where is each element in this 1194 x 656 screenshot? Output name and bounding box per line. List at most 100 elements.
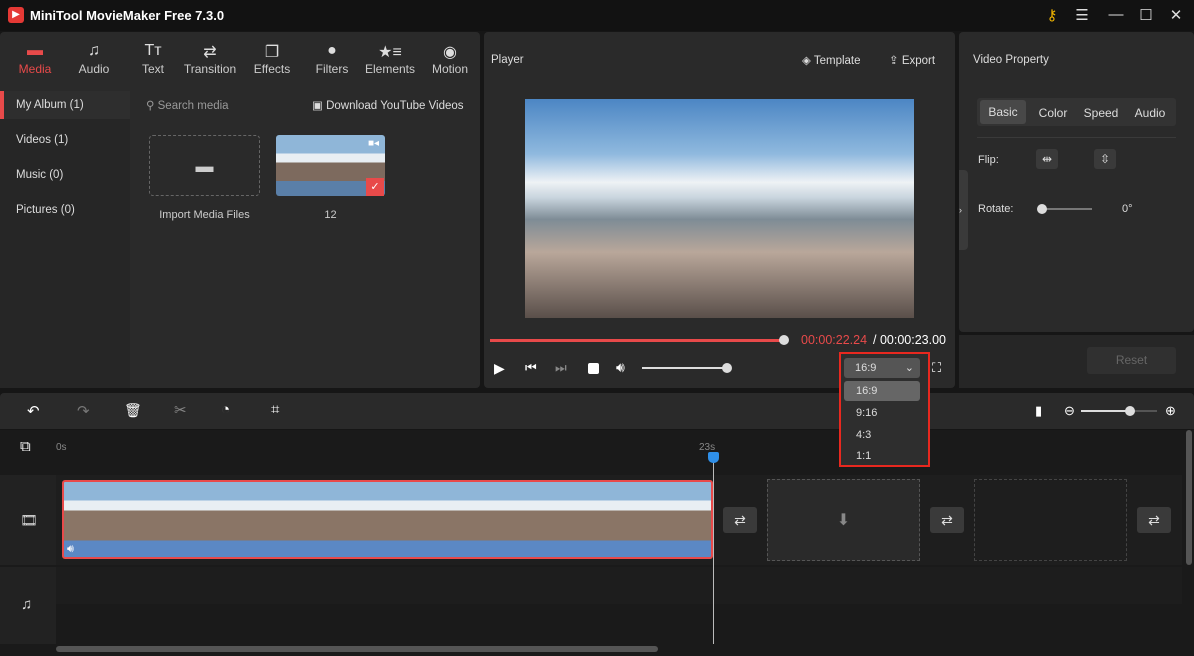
property-title: Video Property xyxy=(973,54,1049,66)
tab-speed[interactable]: Speed xyxy=(1078,106,1124,120)
ruler-start: 0s xyxy=(56,442,67,453)
aspect-option-1-1[interactable]: 1:1 xyxy=(844,446,920,466)
zoom-in-icon[interactable]: ⊕ xyxy=(1165,403,1176,419)
stop-button[interactable] xyxy=(588,363,599,374)
fit-timeline-icon[interactable]: ▮ xyxy=(1035,403,1042,419)
zoom-handle[interactable] xyxy=(1125,406,1135,416)
aspect-ratio-select[interactable]: 16:9 ⌄ xyxy=(844,358,920,378)
template-button[interactable]: ◈ Template xyxy=(802,53,861,67)
text-icon: Tт xyxy=(144,42,162,59)
split-icon[interactable]: ✂ xyxy=(174,401,187,419)
tab-label: Filters xyxy=(315,62,349,76)
tab-label: Audio xyxy=(78,62,110,76)
tab-text[interactable]: Tт Text xyxy=(123,42,183,76)
volume-icon[interactable]: 🔊︎ xyxy=(616,359,625,376)
tab-label: Elements xyxy=(364,62,416,76)
rotate-slider[interactable] xyxy=(1040,208,1092,210)
playback-progress[interactable] xyxy=(490,339,785,342)
aspect-option-9-16[interactable]: 9:16 xyxy=(844,403,920,423)
chevron-down-icon: ⌄ xyxy=(904,362,914,374)
playhead-line xyxy=(713,458,714,644)
tab-label: Text xyxy=(141,62,164,76)
clip-label: 12 xyxy=(324,209,337,221)
download-youtube-button[interactable]: ▣ Download YouTube Videos xyxy=(312,98,464,112)
elements-icon: ★≡ xyxy=(378,44,402,61)
current-time: 00:00:22.24 xyxy=(801,333,868,347)
search-media[interactable]: ⚲ Search media xyxy=(146,98,229,112)
folder-icon: ▬ xyxy=(195,156,214,176)
close-button[interactable]: ✕ xyxy=(1166,6,1186,24)
tab-label: Motion xyxy=(431,62,469,76)
video-camera-icon: ■◂ xyxy=(368,138,380,149)
import-media-button[interactable]: ▬ xyxy=(149,135,260,196)
next-frame-button[interactable]: ⏭ xyxy=(555,360,567,376)
rotate-value: 0° xyxy=(1122,203,1133,215)
sidebar-item-videos[interactable]: Videos (1) xyxy=(16,134,68,146)
film-icon: 🎞︎ xyxy=(20,512,38,528)
zoom-out-icon[interactable]: ⊖ xyxy=(1064,403,1075,419)
tab-color[interactable]: Color xyxy=(1030,106,1076,120)
redo-icon[interactable]: ↷ xyxy=(77,402,90,420)
aspect-option-16-9[interactable]: 16:9 xyxy=(844,381,920,401)
sidebar-item-music[interactable]: Music (0) xyxy=(16,169,63,181)
tab-effects[interactable]: ❐ Effects xyxy=(242,42,302,76)
tab-label: Transition xyxy=(183,62,237,76)
empty-clip-slot[interactable] xyxy=(974,479,1127,561)
flip-horizontal-button[interactable]: ⇹ xyxy=(1036,149,1058,169)
add-track-icon[interactable]: ⧉ xyxy=(20,438,31,455)
export-icon: ⇪ xyxy=(889,55,902,67)
drop-clip-slot[interactable]: ⬇ xyxy=(767,479,920,561)
tab-audio[interactable]: ♫ Audio xyxy=(64,42,124,76)
crop-icon[interactable]: ⌗ xyxy=(271,401,279,418)
maximize-button[interactable]: ☐ xyxy=(1136,6,1156,24)
import-label: Import Media Files xyxy=(159,209,250,221)
progress-handle[interactable] xyxy=(779,335,789,345)
tab-audio-prop[interactable]: Audio xyxy=(1127,106,1173,120)
speed-icon[interactable]: ◔ xyxy=(221,401,230,418)
transition-slot-button[interactable]: ⇄ xyxy=(930,507,964,533)
previous-frame-button[interactable]: ⏮ xyxy=(525,360,537,376)
tab-motion[interactable]: ◉ Motion xyxy=(420,42,480,76)
delete-icon[interactable]: 🗑︎ xyxy=(124,402,142,419)
layers-icon: ◈ xyxy=(802,55,814,67)
sidebar-item-my-album[interactable]: My Album (1) xyxy=(16,99,84,111)
play-button[interactable]: ▶ xyxy=(494,360,505,377)
sidebar-item-pictures[interactable]: Pictures (0) xyxy=(16,204,75,216)
playhead-handle[interactable] xyxy=(708,452,719,463)
app-title: MiniTool MovieMaker Free 7.3.0 xyxy=(30,8,225,23)
tab-media[interactable]: ▬ Media xyxy=(5,42,65,76)
export-button[interactable]: ⇪ Export xyxy=(889,53,935,67)
video-clip[interactable] xyxy=(62,480,713,559)
tab-transition[interactable]: ⇄ Transition xyxy=(180,42,240,76)
flip-vertical-button[interactable]: ⇳ xyxy=(1094,149,1116,169)
rotate-handle[interactable] xyxy=(1037,204,1047,214)
tab-basic[interactable]: Basic xyxy=(980,100,1026,124)
transition-slot-button[interactable]: ⇄ xyxy=(723,507,757,533)
horizontal-scrollbar[interactable] xyxy=(56,646,658,652)
tab-elements[interactable]: ★≡ Elements xyxy=(360,42,420,76)
minimize-button[interactable]: — xyxy=(1106,6,1126,23)
menu-icon[interactable]: ☰ xyxy=(1072,6,1092,24)
reset-button[interactable]: Reset xyxy=(1087,347,1176,374)
rotate-label: Rotate: xyxy=(978,203,1014,215)
aspect-option-4-3[interactable]: 4:3 xyxy=(844,425,920,445)
vertical-scrollbar[interactable] xyxy=(1186,430,1192,565)
flip-label: Flip: xyxy=(978,154,999,166)
effects-icon: ❐ xyxy=(264,44,280,61)
video-preview xyxy=(525,99,914,318)
music-icon: ♫ xyxy=(88,42,100,59)
tab-filters[interactable]: ● Filters xyxy=(302,42,362,76)
app-logo-icon: ▶ xyxy=(8,7,24,23)
key-icon[interactable]: ⚷ xyxy=(1042,6,1062,24)
audio-track xyxy=(56,567,1182,604)
volume-handle[interactable] xyxy=(722,363,732,373)
transition-slot-button[interactable]: ⇄ xyxy=(1137,507,1171,533)
collapse-handle[interactable]: › xyxy=(959,170,968,250)
player-title: Player xyxy=(491,54,524,66)
clip-audio-icon: 🔊︎ xyxy=(67,543,74,555)
transition-icon: ⇄ xyxy=(203,44,217,61)
undo-icon[interactable]: ↶ xyxy=(27,402,40,420)
volume-slider[interactable] xyxy=(642,367,726,369)
checkmark-icon: ✓ xyxy=(366,178,384,196)
fullscreen-icon[interactable]: ⛶ xyxy=(932,360,941,376)
